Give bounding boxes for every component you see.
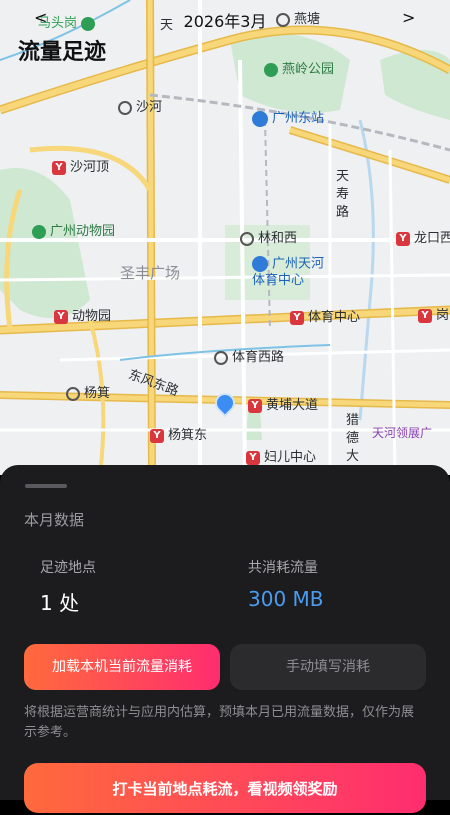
metro-station-icon [66,386,80,401]
metro-icon: Y [150,428,164,443]
zoo-icon [32,224,46,239]
poi-tianhe-sports[interactable]: 广州天河体育中心 [252,256,336,289]
metro-station-icon [214,350,228,365]
section-title: 本月数据 [24,511,85,529]
train-station-icon [252,110,268,127]
metro-icon: Y [246,450,260,465]
metro-icon: Y [290,310,304,325]
month-label: 2026年3月 [183,12,267,31]
poi-shaheding[interactable]: Y 沙河顶 [52,156,109,175]
info-note: 将根据运营商统计与应用内估算，预填本月已用流量数据，仅作为展示参考。 [24,705,415,740]
poi-shahe[interactable]: 沙河 [118,96,162,115]
poi-tianhe-lingzhan[interactable]: 天河领展广 [372,424,432,441]
poi-yanling-park[interactable]: 燕岭公园 [264,58,334,77]
poi-gang[interactable]: Y岗 [418,304,449,323]
manual-input-button[interactable]: 手动填写消耗 [230,644,426,690]
poi-dongwuyuan[interactable]: Y 动物园 [54,305,111,324]
poi-zoo[interactable]: 广州动物园 [32,220,115,239]
poi-guangzhou-east[interactable]: 广州东站 [252,107,324,127]
poi-yangji[interactable]: 杨箕 [66,382,110,401]
metro-station-icon [118,100,132,115]
traffic-value: 300 MB [248,587,324,611]
metro-icon: Y [396,231,410,246]
poi-longkou[interactable]: Y 龙口西 [396,227,450,246]
metro-icon: Y [54,309,68,324]
map-view[interactable]: 马头岗 天 燕塘 燕岭公园 沙河 广州东站 Y 沙河顶 天寿路 广州动物园 林和西… [0,0,450,475]
poi-shengfeng[interactable]: 圣丰广场 [120,262,180,283]
stadium-icon [252,256,268,272]
poi-huangpu[interactable]: Y 黄埔大道 [248,394,318,413]
poi-liede[interactable]: 猎德大 [346,412,362,466]
next-month-button[interactable]: > [402,8,415,27]
poi-tiyuzhongxin[interactable]: Y 体育中心 [290,306,360,325]
page-title: 流量足迹 [18,40,107,65]
metro-icon: Y [248,398,262,413]
bottom-sheet: 本月数据 足迹地点 1 处 共消耗流量 300 MB 加载本机当前流量消耗 手动… [0,465,450,813]
poi-funv[interactable]: Y 妇儿中心 [246,446,316,465]
park-icon [264,62,278,77]
metro-station-icon [240,231,254,246]
poi-yangjidong[interactable]: Y 杨箕东 [150,424,207,443]
load-traffic-button[interactable]: 加载本机当前流量消耗 [24,644,220,690]
poi-tianshou-road[interactable]: 天寿路 [336,168,352,222]
drag-handle[interactable] [25,484,67,488]
traffic-label: 共消耗流量 [248,560,318,576]
places-value: 1 处 [40,591,80,615]
poi-linhexi[interactable]: 林和西 [240,227,297,246]
poi-tiyuxilu[interactable]: 体育西路 [214,346,284,365]
places-label: 足迹地点 [40,560,96,576]
metro-icon: Y [418,308,432,323]
checkin-button[interactable]: 打卡当前地点耗流，看视频领奖励 [24,763,426,813]
metro-icon: Y [52,160,66,175]
